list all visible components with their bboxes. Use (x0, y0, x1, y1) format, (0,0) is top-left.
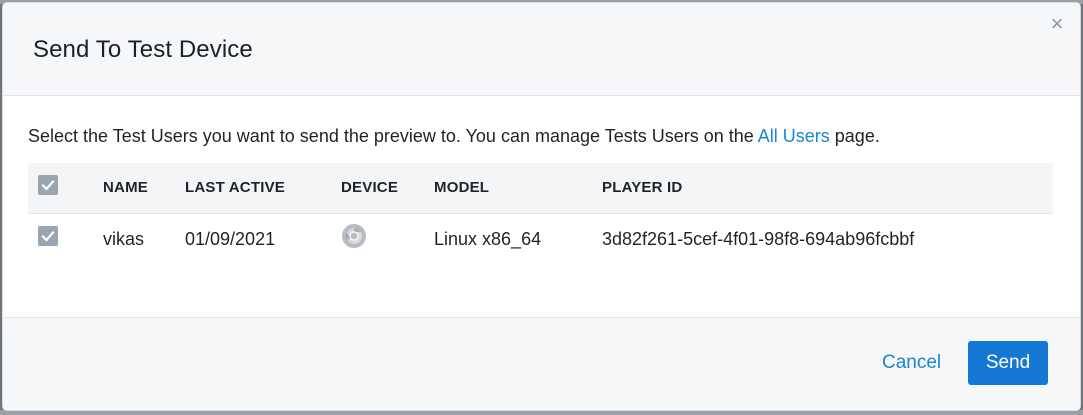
intro-text: Select the Test Users you want to send t… (28, 126, 880, 147)
close-icon[interactable]: × (1046, 13, 1068, 35)
column-header-player-id[interactable]: PLAYER ID (602, 163, 682, 213)
table-row: vikas 01/09/2021 Linux x86_64 3d82f261-5… (28, 214, 1053, 264)
row-select-cell (38, 214, 58, 264)
column-header-name[interactable]: NAME (103, 163, 148, 213)
row-checkbox[interactable] (38, 225, 58, 246)
background-strip-bottom (0, 410, 1083, 415)
intro-text-before: Select the Test Users you want to send t… (28, 126, 758, 146)
checkmark-icon (41, 230, 55, 242)
send-to-test-device-dialog: Send To Test Device × Select the Test Us… (3, 3, 1080, 410)
table-header-row: NAME LAST ACTIVE DEVICE MODEL PLAYER ID (28, 163, 1053, 214)
column-header-device[interactable]: DEVICE (341, 163, 398, 213)
row-model: Linux x86_64 (434, 229, 542, 249)
row-last-active: 01/09/2021 (185, 229, 276, 249)
cancel-button[interactable]: Cancel (868, 341, 955, 385)
select-all-cell (38, 163, 58, 213)
column-header-model[interactable]: MODEL (434, 163, 489, 213)
row-device (341, 214, 367, 264)
intro-text-after: page. (829, 126, 880, 146)
dialog-title: Send To Test Device (33, 36, 253, 63)
chrome-icon (342, 224, 366, 249)
all-users-link[interactable]: All Users (758, 126, 830, 146)
dialog-header: Send To Test Device × (3, 3, 1080, 96)
dialog-footer: Cancel Send (3, 318, 1080, 410)
dialog-body: Select the Test Users you want to send t… (3, 96, 1080, 318)
checkmark-icon (41, 179, 55, 191)
send-button[interactable]: Send (968, 341, 1048, 385)
test-users-table: NAME LAST ACTIVE DEVICE MODEL PLAYER ID … (28, 163, 1053, 264)
row-player-id: 3d82f261-5cef-4f01-98f8-694ab96fcbbf (602, 229, 915, 249)
row-name: vikas (103, 229, 145, 249)
column-header-last-active[interactable]: LAST ACTIVE (185, 163, 285, 213)
select-all-checkbox[interactable] (38, 174, 58, 195)
